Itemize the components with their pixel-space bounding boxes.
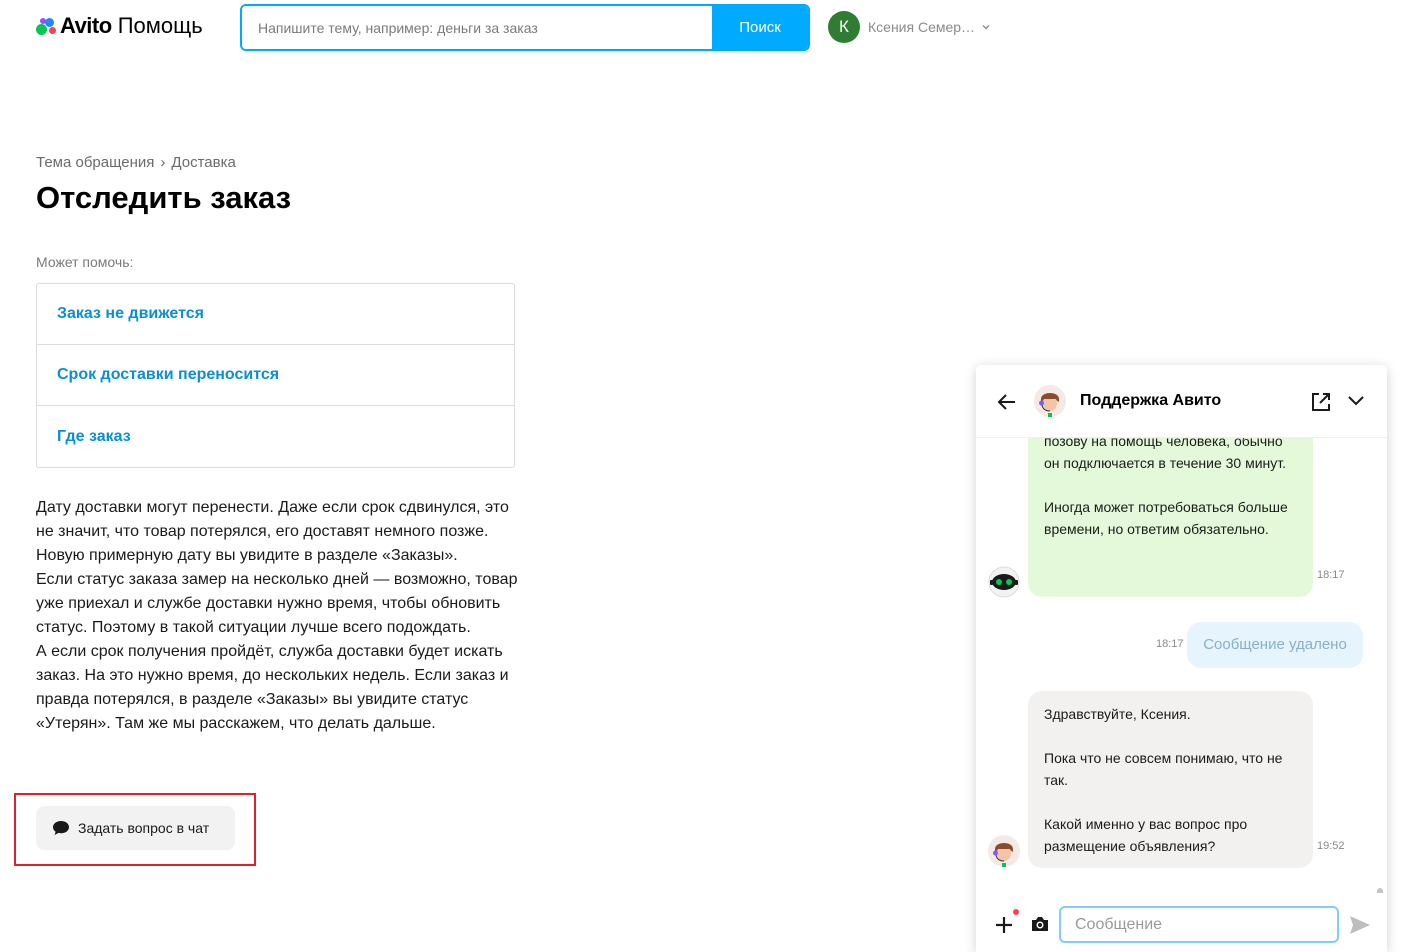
logo-title: Помощь [117, 13, 203, 38]
camera-icon[interactable] [1030, 915, 1050, 933]
message-input[interactable] [1059, 906, 1339, 943]
chat-title: Поддержка Авито [1080, 392, 1222, 409]
chat-composer [976, 893, 1387, 952]
user-name: Ксения Семер… [868, 19, 976, 35]
deleted-message: Сообщение удалено [1187, 622, 1363, 668]
breadcrumb-section[interactable]: Доставка [171, 154, 235, 171]
article-paragraph: Дату доставки могут перенести. Даже если… [36, 499, 509, 564]
support-agent-icon [1034, 385, 1066, 417]
article-body: Дату доставки могут перенести. Даже если… [36, 496, 526, 736]
notification-dot [1013, 909, 1019, 915]
chevron-down-icon[interactable] [1346, 393, 1366, 409]
help-item-order-stuck[interactable]: Заказ не движется [37, 284, 514, 345]
article-paragraph: А если срок получения пройдёт, служба до… [36, 643, 509, 732]
page-title: Отследить заказ [36, 180, 292, 215]
help-item-where-order[interactable]: Где заказ [37, 406, 514, 467]
avatar: К [828, 11, 860, 43]
search-input[interactable] [242, 6, 712, 49]
help-label: Может помочь: [36, 254, 134, 270]
article-paragraph: Если статус заказа замер на несколько дн… [36, 571, 518, 636]
send-icon[interactable] [1349, 915, 1371, 935]
breadcrumb-topic[interactable]: Тема обращения [36, 154, 154, 171]
avito-logo[interactable]: Avito Помощь [36, 12, 203, 40]
breadcrumb-chevron-icon: › [160, 154, 166, 171]
ask-in-chat-label: Задать вопрос в чат [78, 820, 210, 836]
chevron-down-icon [982, 25, 990, 30]
breadcrumb: Тема обращения › Доставка [36, 154, 236, 171]
bot-icon [988, 566, 1020, 598]
search-bar: Поиск [240, 4, 810, 51]
message-time: 18:17 [1317, 569, 1345, 581]
logo-brand: Avito [60, 13, 112, 38]
support-agent-icon [988, 835, 1020, 867]
search-button[interactable]: Поиск [712, 6, 808, 49]
chat-messages: позову на помощь человека, обычно он под… [976, 438, 1387, 893]
arrow-left-icon[interactable] [996, 391, 1018, 413]
help-item-delivery-postponed[interactable]: Срок доставки переносится [37, 345, 514, 406]
message-time: 19:52 [1317, 840, 1345, 852]
bot-message: позову на помощь человека, обычно он под… [1028, 438, 1313, 597]
speech-bubble-icon [53, 821, 69, 835]
external-link-icon[interactable] [1310, 391, 1332, 413]
help-list: Заказ не движется Срок доставки переноси… [36, 283, 515, 468]
message-time: 18:17 [1156, 638, 1184, 650]
chat-header: Поддержка Авито [976, 365, 1387, 438]
user-menu[interactable]: К Ксения Семер… [828, 11, 991, 43]
plus-icon[interactable] [994, 915, 1014, 935]
avito-logo-icon [36, 15, 58, 37]
support-chat: Поддержка Авито позову на помощь человек… [976, 365, 1387, 952]
agent-message: Здравствуйте, Ксения. Пока что не совсем… [1028, 691, 1313, 868]
ask-in-chat-button[interactable]: Задать вопрос в чат [36, 806, 235, 850]
